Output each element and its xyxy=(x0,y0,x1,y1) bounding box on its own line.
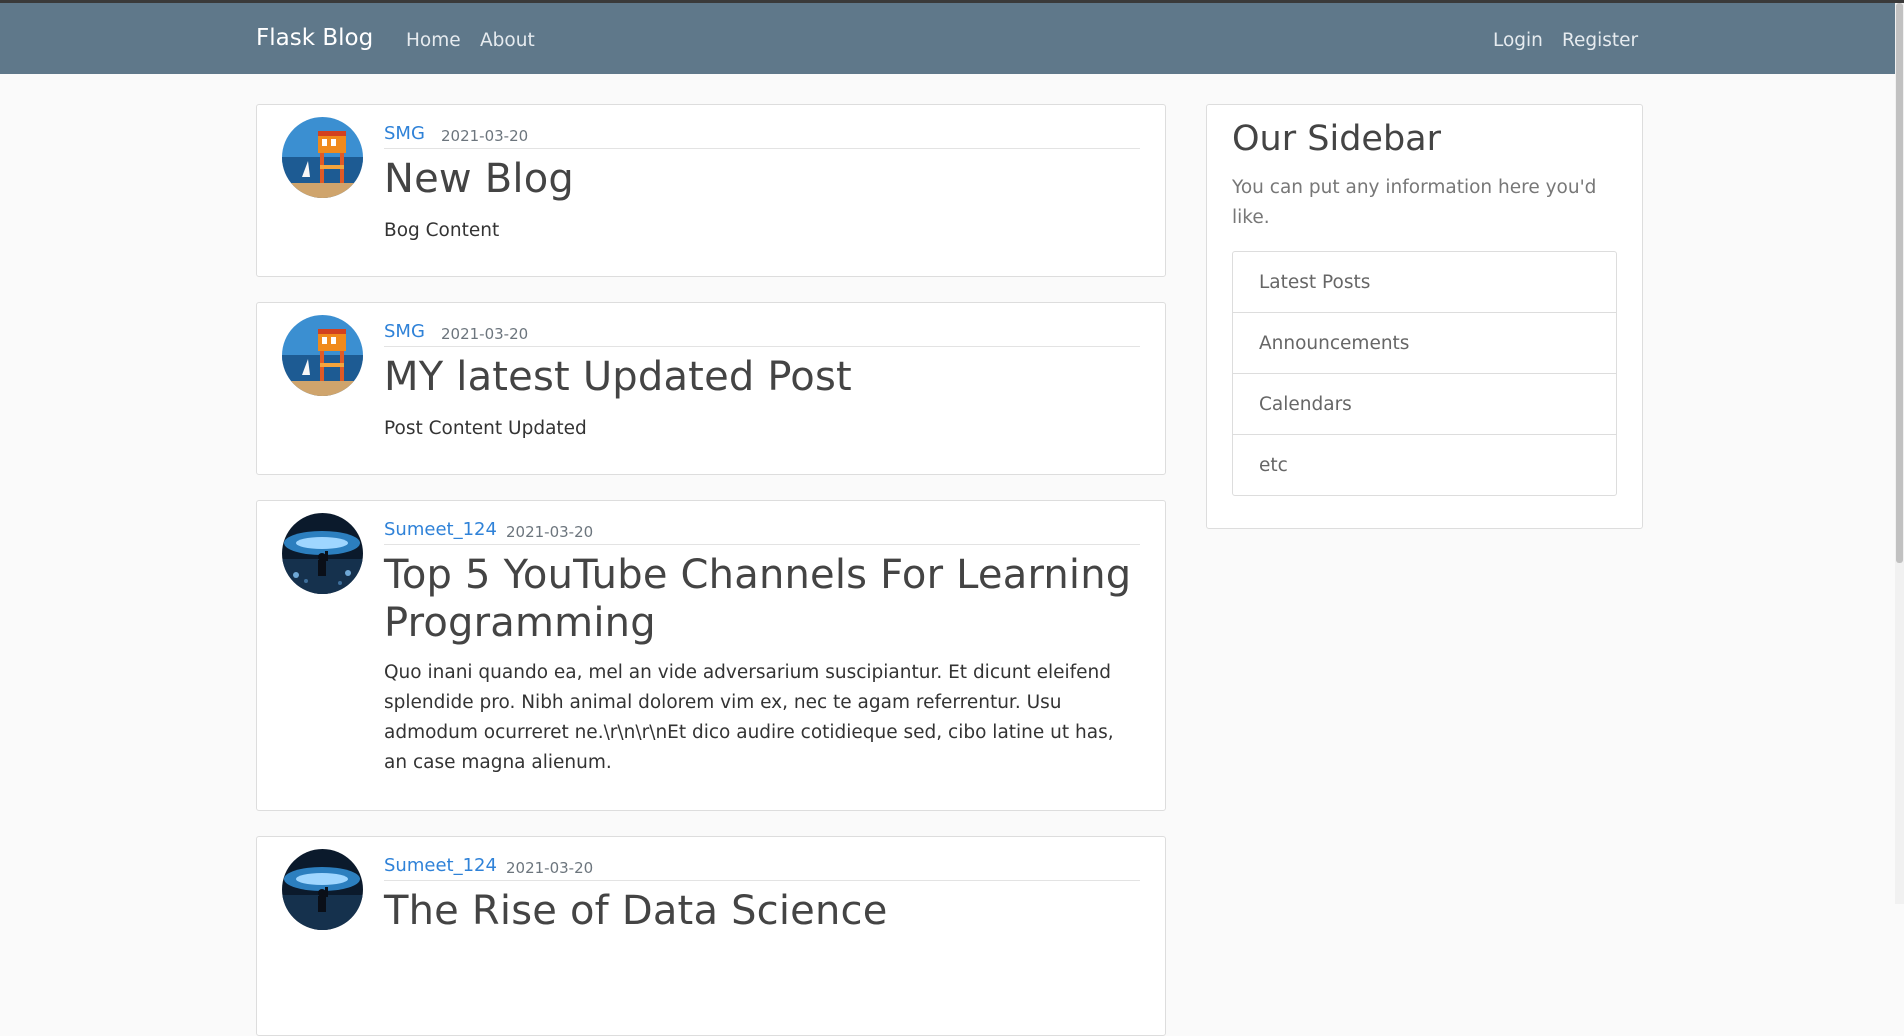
post-card: Sumeet_124 2021-03-20 Top 5 YouTube Chan… xyxy=(256,500,1166,811)
top-navbar: Flask Blog Home About Login Register xyxy=(0,3,1904,74)
post-content: Bog Content xyxy=(384,220,500,241)
sidebar-title: Our Sidebar xyxy=(1232,119,1441,159)
sidebar: Our Sidebar You can put any information … xyxy=(1206,104,1643,529)
post-author-link[interactable]: SMG xyxy=(384,123,425,144)
nav-login-link[interactable]: Login xyxy=(1493,30,1543,51)
post-content: Quo inani quando ea, mel an vide adversa… xyxy=(384,662,1114,773)
concert-crowd-avatar xyxy=(282,849,363,930)
beach-lifeguard-tower-avatar xyxy=(282,315,363,396)
sidebar-list: Latest Posts Announcements Calendars etc xyxy=(1232,251,1617,496)
post-author-link[interactable]: Sumeet_124 xyxy=(384,855,497,876)
post-title-link[interactable]: Top 5 YouTube Channels For Learning Prog… xyxy=(384,551,1140,647)
post-title-link[interactable]: New Blog xyxy=(384,155,1140,203)
nav-register-link[interactable]: Register xyxy=(1562,30,1638,51)
brand-link[interactable]: Flask Blog xyxy=(256,25,373,51)
post-date: 2021-03-20 xyxy=(441,325,529,343)
sidebar-item-calendars[interactable]: Calendars xyxy=(1233,374,1616,435)
post-date: 2021-03-20 xyxy=(441,127,529,145)
sidebar-item-announcements[interactable]: Announcements xyxy=(1233,313,1616,374)
concert-crowd-avatar xyxy=(282,513,363,594)
post-content: Post Content Updated xyxy=(384,418,587,439)
post-meta: SMG 2021-03-20 xyxy=(384,123,1140,149)
scrollbar-thumb[interactable] xyxy=(1896,3,1903,563)
post-author-link[interactable]: SMG xyxy=(384,321,425,342)
post-title-link[interactable]: The Rise of Data Science xyxy=(384,887,1140,935)
post-title-link[interactable]: MY latest Updated Post xyxy=(384,353,1140,401)
post-card: Sumeet_124 2021-03-20 The Rise of Data S… xyxy=(256,836,1166,1036)
post-card: SMG 2021-03-20 New Blog Bog Content xyxy=(256,104,1166,277)
post-date: 2021-03-20 xyxy=(506,859,594,877)
nav-about-link[interactable]: About xyxy=(480,30,535,51)
sidebar-item-latest-posts[interactable]: Latest Posts xyxy=(1233,252,1616,313)
post-meta: Sumeet_124 2021-03-20 xyxy=(384,855,1140,881)
post-card: SMG 2021-03-20 MY latest Updated Post Po… xyxy=(256,302,1166,475)
post-meta: Sumeet_124 2021-03-20 xyxy=(384,519,1140,545)
nav-home-link[interactable]: Home xyxy=(406,30,461,51)
beach-lifeguard-tower-avatar xyxy=(282,117,363,198)
sidebar-description: You can put any information here you'd l… xyxy=(1232,177,1597,228)
post-date: 2021-03-20 xyxy=(506,523,594,541)
post-author-link[interactable]: Sumeet_124 xyxy=(384,519,497,540)
post-meta: SMG 2021-03-20 xyxy=(384,321,1140,347)
sidebar-item-etc[interactable]: etc xyxy=(1233,435,1616,495)
